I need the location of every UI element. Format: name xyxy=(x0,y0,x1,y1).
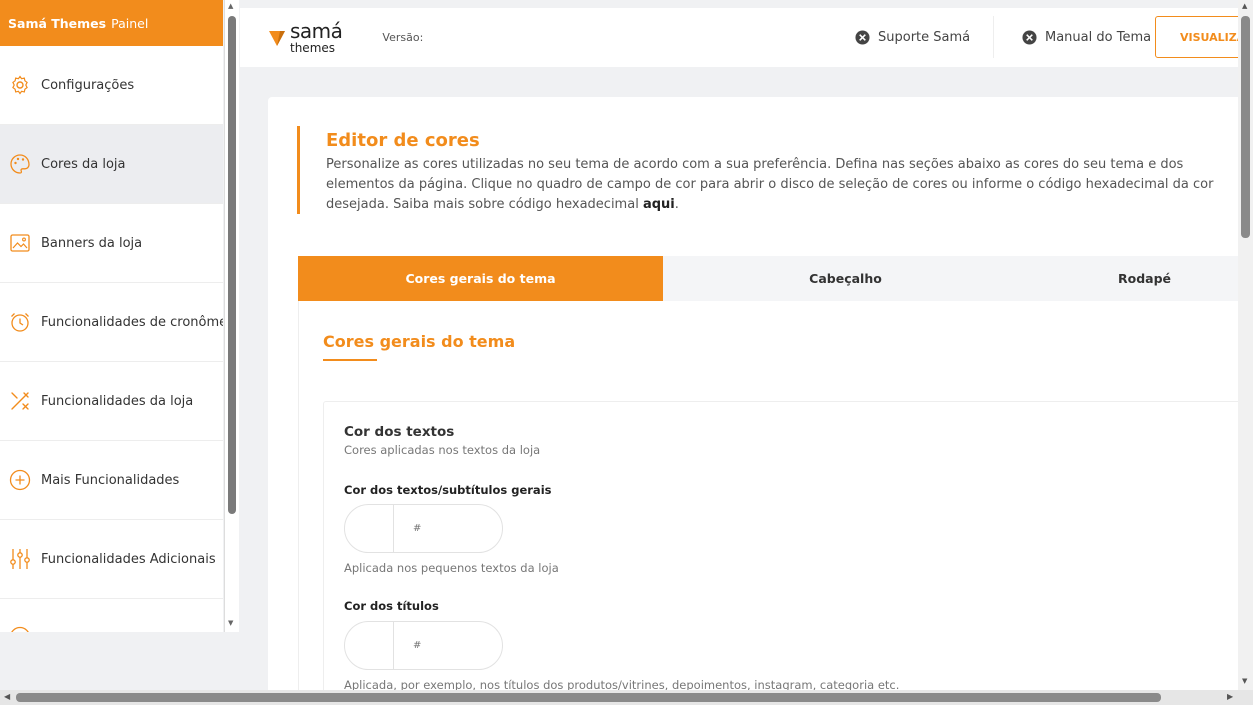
support-link[interactable]: Suporte Samá xyxy=(855,30,970,45)
sidebar-scroll-thumb[interactable] xyxy=(228,16,236,514)
sidebar-item-label: Configurações xyxy=(41,77,135,93)
page-horizontal-scrollbar[interactable]: ◀ ▶ xyxy=(0,690,1253,705)
page-hscroll-thumb[interactable] xyxy=(16,693,1161,702)
sidebar-item-cronometro[interactable]: Funcionalidades de cronômetro xyxy=(0,283,223,362)
tab-rodape[interactable]: Rodapé xyxy=(1028,256,1239,301)
circle-icon xyxy=(9,626,31,632)
sidebar-item-cores-da-loja[interactable]: Cores da loja xyxy=(0,125,223,204)
manual-link-label: Manual do Tema xyxy=(1045,30,1152,45)
hex-input[interactable] xyxy=(394,622,502,669)
sidebar-item-partial[interactable] xyxy=(0,599,223,632)
plus-circle-icon xyxy=(9,469,31,491)
view-store-button[interactable]: VISUALIZAR xyxy=(1155,16,1245,58)
tools-icon xyxy=(9,390,31,412)
field-help: Aplicada nos pequenos textos da loja xyxy=(344,561,559,575)
field-label: Cor dos títulos xyxy=(344,599,439,613)
main-card: Editor de cores Personalize as cores uti… xyxy=(268,97,1239,705)
sliders-icon xyxy=(9,548,31,570)
scroll-right-arrow-icon[interactable]: ▶ xyxy=(1227,692,1233,701)
sidebar-item-funcionalidades-loja[interactable]: Funcionalidades da loja xyxy=(0,362,223,441)
color-swatch[interactable] xyxy=(345,505,394,552)
page-scroll-thumb[interactable] xyxy=(1241,16,1250,238)
logo-mark-icon xyxy=(269,30,285,46)
sidebar-item-configuracoes[interactable]: Configurações xyxy=(0,46,223,125)
support-link-label: Suporte Samá xyxy=(878,30,971,45)
logo-line1: samá xyxy=(290,19,343,43)
title-color-input xyxy=(344,621,503,670)
hex-input[interactable] xyxy=(394,505,502,552)
tab-cores-gerais[interactable]: Cores gerais do tema xyxy=(298,256,663,301)
scroll-left-arrow-icon[interactable]: ◀ xyxy=(4,692,10,701)
sidebar-item-label: Mais Funcionalidades xyxy=(41,472,180,488)
sidebar-item-label: Cores da loja xyxy=(41,156,126,172)
intro-period: . xyxy=(674,197,679,212)
manual-link[interactable]: Manual do Tema xyxy=(1022,30,1151,45)
scroll-down-arrow-icon[interactable]: ▼ xyxy=(228,619,233,627)
intro-paragraph: Personalize as cores utilizadas no seu t… xyxy=(326,157,1214,212)
color-tabs: Cores gerais do tema Cabeçalho Rodapé xyxy=(298,256,1239,301)
intro-block: Editor de cores Personalize as cores uti… xyxy=(297,126,1237,214)
panel-title-underline xyxy=(323,359,377,361)
intro-text: Personalize as cores utilizadas no seu t… xyxy=(326,155,1239,215)
sidebar-item-label: Funcionalidades Adicionais xyxy=(41,551,216,567)
color-swatch[interactable] xyxy=(345,622,394,669)
palette-icon xyxy=(9,153,31,175)
hex-info-link[interactable]: aqui xyxy=(643,197,675,212)
sidebar: Samá Themes Painel Configurações Cores d… xyxy=(0,0,223,632)
sidebar-brand[interactable]: Samá Themes Painel xyxy=(0,0,223,46)
sidebar-item-mais-funcionalidades[interactable]: Mais Funcionalidades xyxy=(0,441,223,520)
sidebar-item-funcionalidades-adicionais[interactable]: Funcionalidades Adicionais xyxy=(0,520,223,599)
sidebar-scrollbar[interactable]: ▲ ▼ xyxy=(224,0,239,632)
text-colors-section: Cor dos textos Cores aplicadas nos texto… xyxy=(323,401,1239,705)
brand-subtitle: Painel xyxy=(111,15,149,31)
top-header: samá themes Versão: Suporte Samá Manual … xyxy=(240,8,1245,67)
sidebar-item-label: Funcionalidades de cronômetro xyxy=(41,314,223,330)
gear-icon xyxy=(9,74,31,96)
tab-cabecalho[interactable]: Cabeçalho xyxy=(663,256,1028,301)
page-title: Editor de cores xyxy=(326,130,480,151)
image-icon xyxy=(9,232,31,254)
field-label: Cor dos textos/subtítulos gerais xyxy=(344,483,552,497)
header-divider xyxy=(993,16,994,58)
version-label: Versão: xyxy=(382,31,424,44)
panel-title: Cores gerais do tema xyxy=(323,332,516,351)
sidebar-item-label: Banners da loja xyxy=(41,235,143,251)
scroll-down-arrow-icon[interactable]: ▼ xyxy=(1242,677,1247,685)
sama-logo[interactable]: samá themes xyxy=(268,19,343,55)
scroll-up-arrow-icon[interactable]: ▲ xyxy=(1242,2,1247,10)
scroll-up-arrow-icon[interactable]: ▲ xyxy=(228,2,233,10)
tab-panel: Cores gerais do tema Cor dos textos Core… xyxy=(298,301,1239,705)
sidebar-item-banners[interactable]: Banners da loja xyxy=(0,204,223,283)
close-circle-icon xyxy=(855,30,870,45)
section-subtitle: Cores aplicadas nos textos da loja xyxy=(344,443,541,457)
page-vertical-scrollbar[interactable]: ▲ ▼ xyxy=(1238,0,1253,690)
logo-line2: themes xyxy=(290,41,336,55)
text-color-input xyxy=(344,504,503,553)
section-title: Cor dos textos xyxy=(344,424,455,440)
sidebar-item-label: Funcionalidades da loja xyxy=(41,393,194,409)
alarm-clock-icon xyxy=(9,311,31,333)
close-circle-icon xyxy=(1022,30,1037,45)
brand-name: Samá Themes xyxy=(8,15,107,31)
